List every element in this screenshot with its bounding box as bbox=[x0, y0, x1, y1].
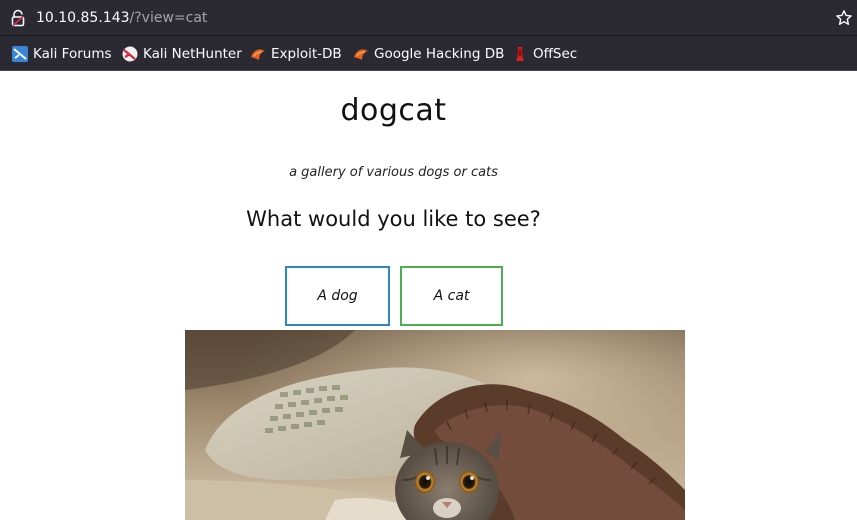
lock-icon[interactable] bbox=[10, 9, 26, 27]
kali-forums-icon bbox=[12, 45, 28, 62]
url-bar[interactable]: 10.10.85.143/?view=cat bbox=[0, 0, 857, 36]
bookmark-offsec[interactable]: OffSec bbox=[512, 36, 577, 71]
dog-button[interactable]: A dog bbox=[285, 266, 390, 326]
kali-nethunter-icon bbox=[122, 46, 138, 61]
bookmark-kali-nethunter[interactable]: Kali NetHunter bbox=[122, 36, 242, 71]
star-icon[interactable] bbox=[835, 9, 853, 27]
site-subtitle: a gallery of various dogs or cats bbox=[289, 165, 498, 180]
page-content: dogcat a gallery of various dogs or cats… bbox=[0, 71, 857, 520]
bookmark-label: Exploit-DB bbox=[271, 45, 342, 62]
offsec-icon bbox=[516, 46, 524, 61]
bookmark-kali-forums[interactable]: Kali Forums bbox=[12, 36, 112, 71]
url-path: /?view=cat bbox=[129, 10, 208, 26]
choice-prompt: What would you like to see? bbox=[246, 207, 541, 231]
cat-photo bbox=[185, 330, 685, 520]
bookmarks-toolbar: Kali Forums Kali NetHunter Exploit-DB Go… bbox=[0, 36, 857, 71]
bookmark-label: Google Hacking DB bbox=[374, 45, 505, 62]
cat-button[interactable]: A cat bbox=[400, 266, 503, 326]
site-title: dogcat bbox=[340, 93, 447, 128]
bookmark-label: OffSec bbox=[533, 45, 578, 62]
bookmark-label: Kali Forums bbox=[33, 45, 112, 62]
url-text[interactable]: 10.10.85.143/?view=cat bbox=[36, 9, 207, 27]
bookmark-label: Kali NetHunter bbox=[143, 45, 242, 62]
bookmark-exploit-db[interactable]: Exploit-DB bbox=[250, 36, 342, 71]
bookmark-google-hacking-db[interactable]: Google Hacking DB bbox=[353, 36, 504, 71]
google-hacking-db-icon bbox=[354, 48, 368, 60]
url-host: 10.10.85.143 bbox=[36, 10, 130, 26]
exploit-db-icon bbox=[251, 48, 265, 60]
